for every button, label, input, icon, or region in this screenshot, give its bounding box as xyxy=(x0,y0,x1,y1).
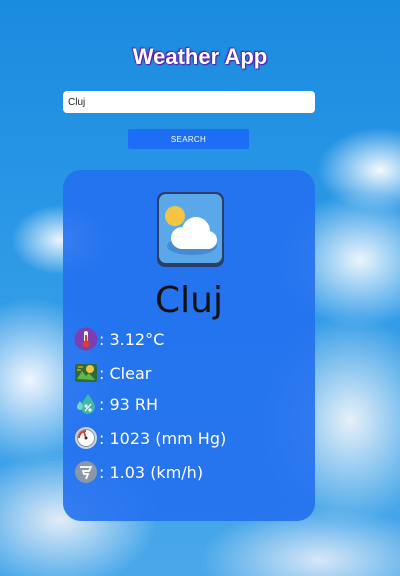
city-search-input[interactable] xyxy=(63,91,315,113)
wind-value: : 1.03 (km/h) xyxy=(99,462,204,482)
partly-cloudy-icon xyxy=(157,192,224,267)
wind-icon xyxy=(75,461,97,483)
condition-value: : Clear xyxy=(99,363,152,383)
thermometer-icon xyxy=(74,327,98,351)
condition-row: : Clear xyxy=(74,359,151,387)
app-title: Weather App xyxy=(132,44,268,69)
city-name: Cluj xyxy=(155,280,223,321)
weather-card: Cluj : 3.12°C : Clear : 93 RH: 1023 (mm… xyxy=(63,170,315,521)
humidity-row: : 93 RH xyxy=(74,390,158,418)
weather-condition-icon xyxy=(75,364,97,382)
wind-row: : 1.03 (km/h) xyxy=(74,458,203,486)
humidity-value: : 93 RH xyxy=(99,394,159,414)
pressure-row: : 1023 (mm Hg) xyxy=(74,424,226,452)
temperature-row: : 3.12°C xyxy=(74,325,164,353)
temperature-value: : 3.12°C xyxy=(99,329,165,349)
humidity-icon xyxy=(77,394,95,414)
pressure-gauge-icon xyxy=(75,427,97,449)
pressure-value: : 1023 (mm Hg) xyxy=(99,428,227,448)
search-button[interactable]: SEARCH xyxy=(128,129,249,149)
